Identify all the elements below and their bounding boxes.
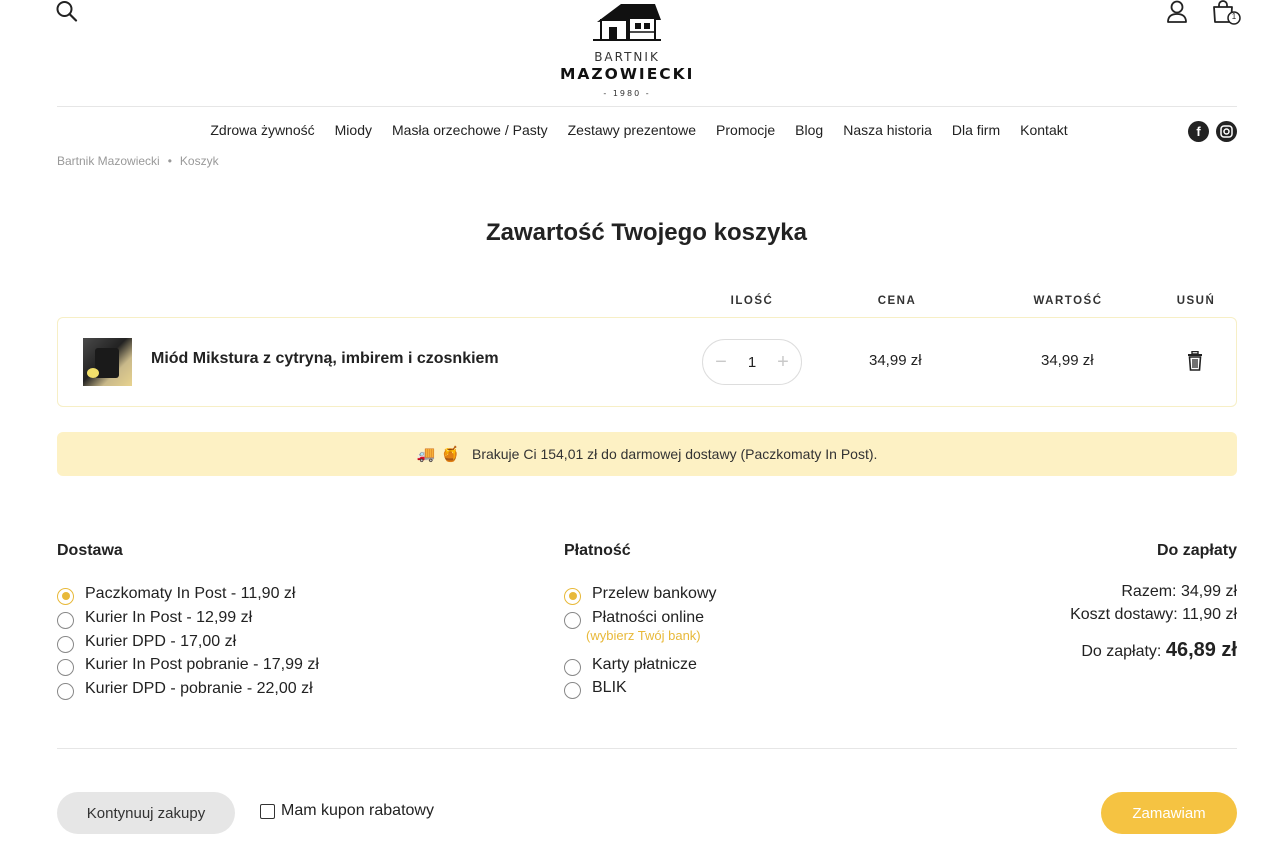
product-name[interactable]: Miód Mikstura z cytryną, imbirem i czosn…	[151, 350, 499, 368]
coupon-checkbox[interactable]	[260, 803, 275, 819]
facebook-icon[interactable]: f	[1188, 121, 1209, 142]
logo-bee-house-icon	[593, 4, 661, 41]
summary-shipping: Koszt dostawy: 11,90 zł	[1070, 606, 1237, 623]
nav-item-miody[interactable]: Miody	[335, 122, 372, 142]
header-divider	[57, 106, 1237, 107]
nav-item-zdrowa-zywnosc[interactable]: Zdrowa żywność	[210, 122, 314, 142]
nav-item-dla-firm[interactable]: Dla firm	[952, 122, 1000, 142]
nav-item-promocje[interactable]: Promocje	[716, 122, 775, 142]
product-thumbnail[interactable]	[83, 338, 132, 386]
radio-button[interactable]	[564, 658, 581, 676]
coupon-toggle[interactable]: Mam kupon rabatowy	[260, 802, 434, 820]
breadcrumb: Bartnik Mazowiecki • Koszyk	[57, 154, 219, 168]
search-icon[interactable]	[56, 0, 78, 22]
total-value: 46,89 zł	[1165, 639, 1237, 661]
truck-icon: 🚚	[416, 446, 436, 463]
summary-total: Do zapłaty: 46,89 zł	[1081, 639, 1237, 661]
column-header-value: WARTOŚĆ	[1033, 295, 1103, 307]
trash-icon[interactable]	[1186, 350, 1204, 371]
column-header-remove: USUŃ	[1176, 295, 1216, 307]
delivery-option-kurier-inpost[interactable]: Kurier In Post - 12,99 zł	[57, 608, 252, 629]
logo-line-1: BARTNIK	[594, 50, 660, 64]
quantity-increase-button[interactable]: +	[775, 352, 791, 372]
nav-item-masla-orzechowe[interactable]: Masła orzechowe / Pasty	[392, 122, 548, 142]
cart-count-badge: 1	[1231, 12, 1237, 21]
quantity-decrease-button[interactable]: −	[713, 352, 729, 372]
radio-button[interactable]	[564, 681, 581, 699]
payment-option-online[interactable]: Płatności online	[564, 608, 704, 629]
coupon-label[interactable]: Mam kupon rabatowy	[281, 802, 434, 820]
column-header-price: CENA	[877, 295, 917, 307]
breadcrumb-separator: •	[167, 154, 172, 168]
delivery-option-kurier-inpost-pobranie[interactable]: Kurier In Post pobranie - 17,99 zł	[57, 655, 319, 676]
radio-button[interactable]	[57, 587, 74, 605]
breadcrumb-home[interactable]: Bartnik Mazowiecki	[57, 154, 160, 168]
site-logo[interactable]: BARTNIK MAZOWIECKI - 1980 -	[560, 0, 694, 100]
nav-item-nasza-historia[interactable]: Nasza historia	[843, 122, 932, 142]
radio-button[interactable]	[57, 611, 74, 629]
payment-option-karty[interactable]: Karty płatnicze	[564, 655, 697, 676]
quantity-value[interactable]: 1	[748, 354, 756, 371]
footer-divider	[57, 748, 1237, 749]
column-header-qty: ILOŚĆ	[730, 295, 774, 307]
quantity-stepper: − 1 +	[702, 339, 802, 385]
item-price: 34,99 zł	[869, 352, 922, 369]
subtotal-value: 34,99 zł	[1180, 583, 1237, 600]
logo-line-2: MAZOWIECKI	[560, 65, 695, 83]
shopping-bag-icon[interactable]: 1	[1212, 0, 1242, 28]
payment-option-przelew[interactable]: Przelew bankowy	[564, 584, 717, 605]
radio-button[interactable]	[57, 635, 74, 653]
radio-button[interactable]	[564, 587, 581, 605]
continue-shopping-button[interactable]: Kontynuuj zakupy	[57, 792, 235, 834]
summary-title: Do zapłaty	[1156, 542, 1237, 559]
delivery-option-kurier-dpd-pobranie[interactable]: Kurier DPD - pobranie - 22,00 zł	[57, 679, 313, 700]
radio-button[interactable]	[564, 611, 581, 629]
radio-button[interactable]	[57, 682, 74, 700]
item-value: 34,99 zł	[1041, 352, 1094, 369]
delivery-title: Dostawa	[57, 542, 123, 559]
payment-title: Płatność	[564, 542, 631, 559]
instagram-icon[interactable]	[1216, 121, 1237, 142]
payment-online-hint: (wybierz Twój bank)	[586, 628, 701, 643]
free-shipping-notice: 🚚 🍯 Brakuje Ci 154,01 zł do darmowej dos…	[57, 432, 1237, 476]
order-button[interactable]: Zamawiam	[1101, 792, 1237, 834]
logo-year: - 1980 -	[603, 89, 651, 98]
radio-button[interactable]	[57, 658, 74, 676]
user-icon[interactable]	[1166, 0, 1188, 24]
delivery-option-paczkomaty[interactable]: Paczkomaty In Post - 11,90 zł	[57, 584, 295, 605]
page-title: Zawartość Twojego koszyka	[486, 219, 807, 246]
nav-item-kontakt[interactable]: Kontakt	[1020, 122, 1067, 142]
delivery-option-kurier-dpd[interactable]: Kurier DPD - 17,00 zł	[57, 632, 236, 653]
breadcrumb-current: Koszyk	[179, 154, 219, 168]
main-nav: Zdrowa żywność Miody Masła orzechowe / P…	[57, 122, 1221, 142]
nav-item-blog[interactable]: Blog	[795, 122, 823, 142]
free-shipping-text: Brakuje Ci 154,01 zł do darmowej dostawy…	[471, 446, 878, 462]
summary-subtotal: Razem: 34,99 zł	[1121, 583, 1237, 600]
shipping-value: 11,90 zł	[1182, 606, 1237, 623]
nav-item-zestawy-prezentowe[interactable]: Zestawy prezentowe	[568, 122, 696, 142]
honey-pot-icon: 🍯	[441, 446, 460, 463]
payment-option-blik[interactable]: BLIK	[564, 678, 627, 699]
